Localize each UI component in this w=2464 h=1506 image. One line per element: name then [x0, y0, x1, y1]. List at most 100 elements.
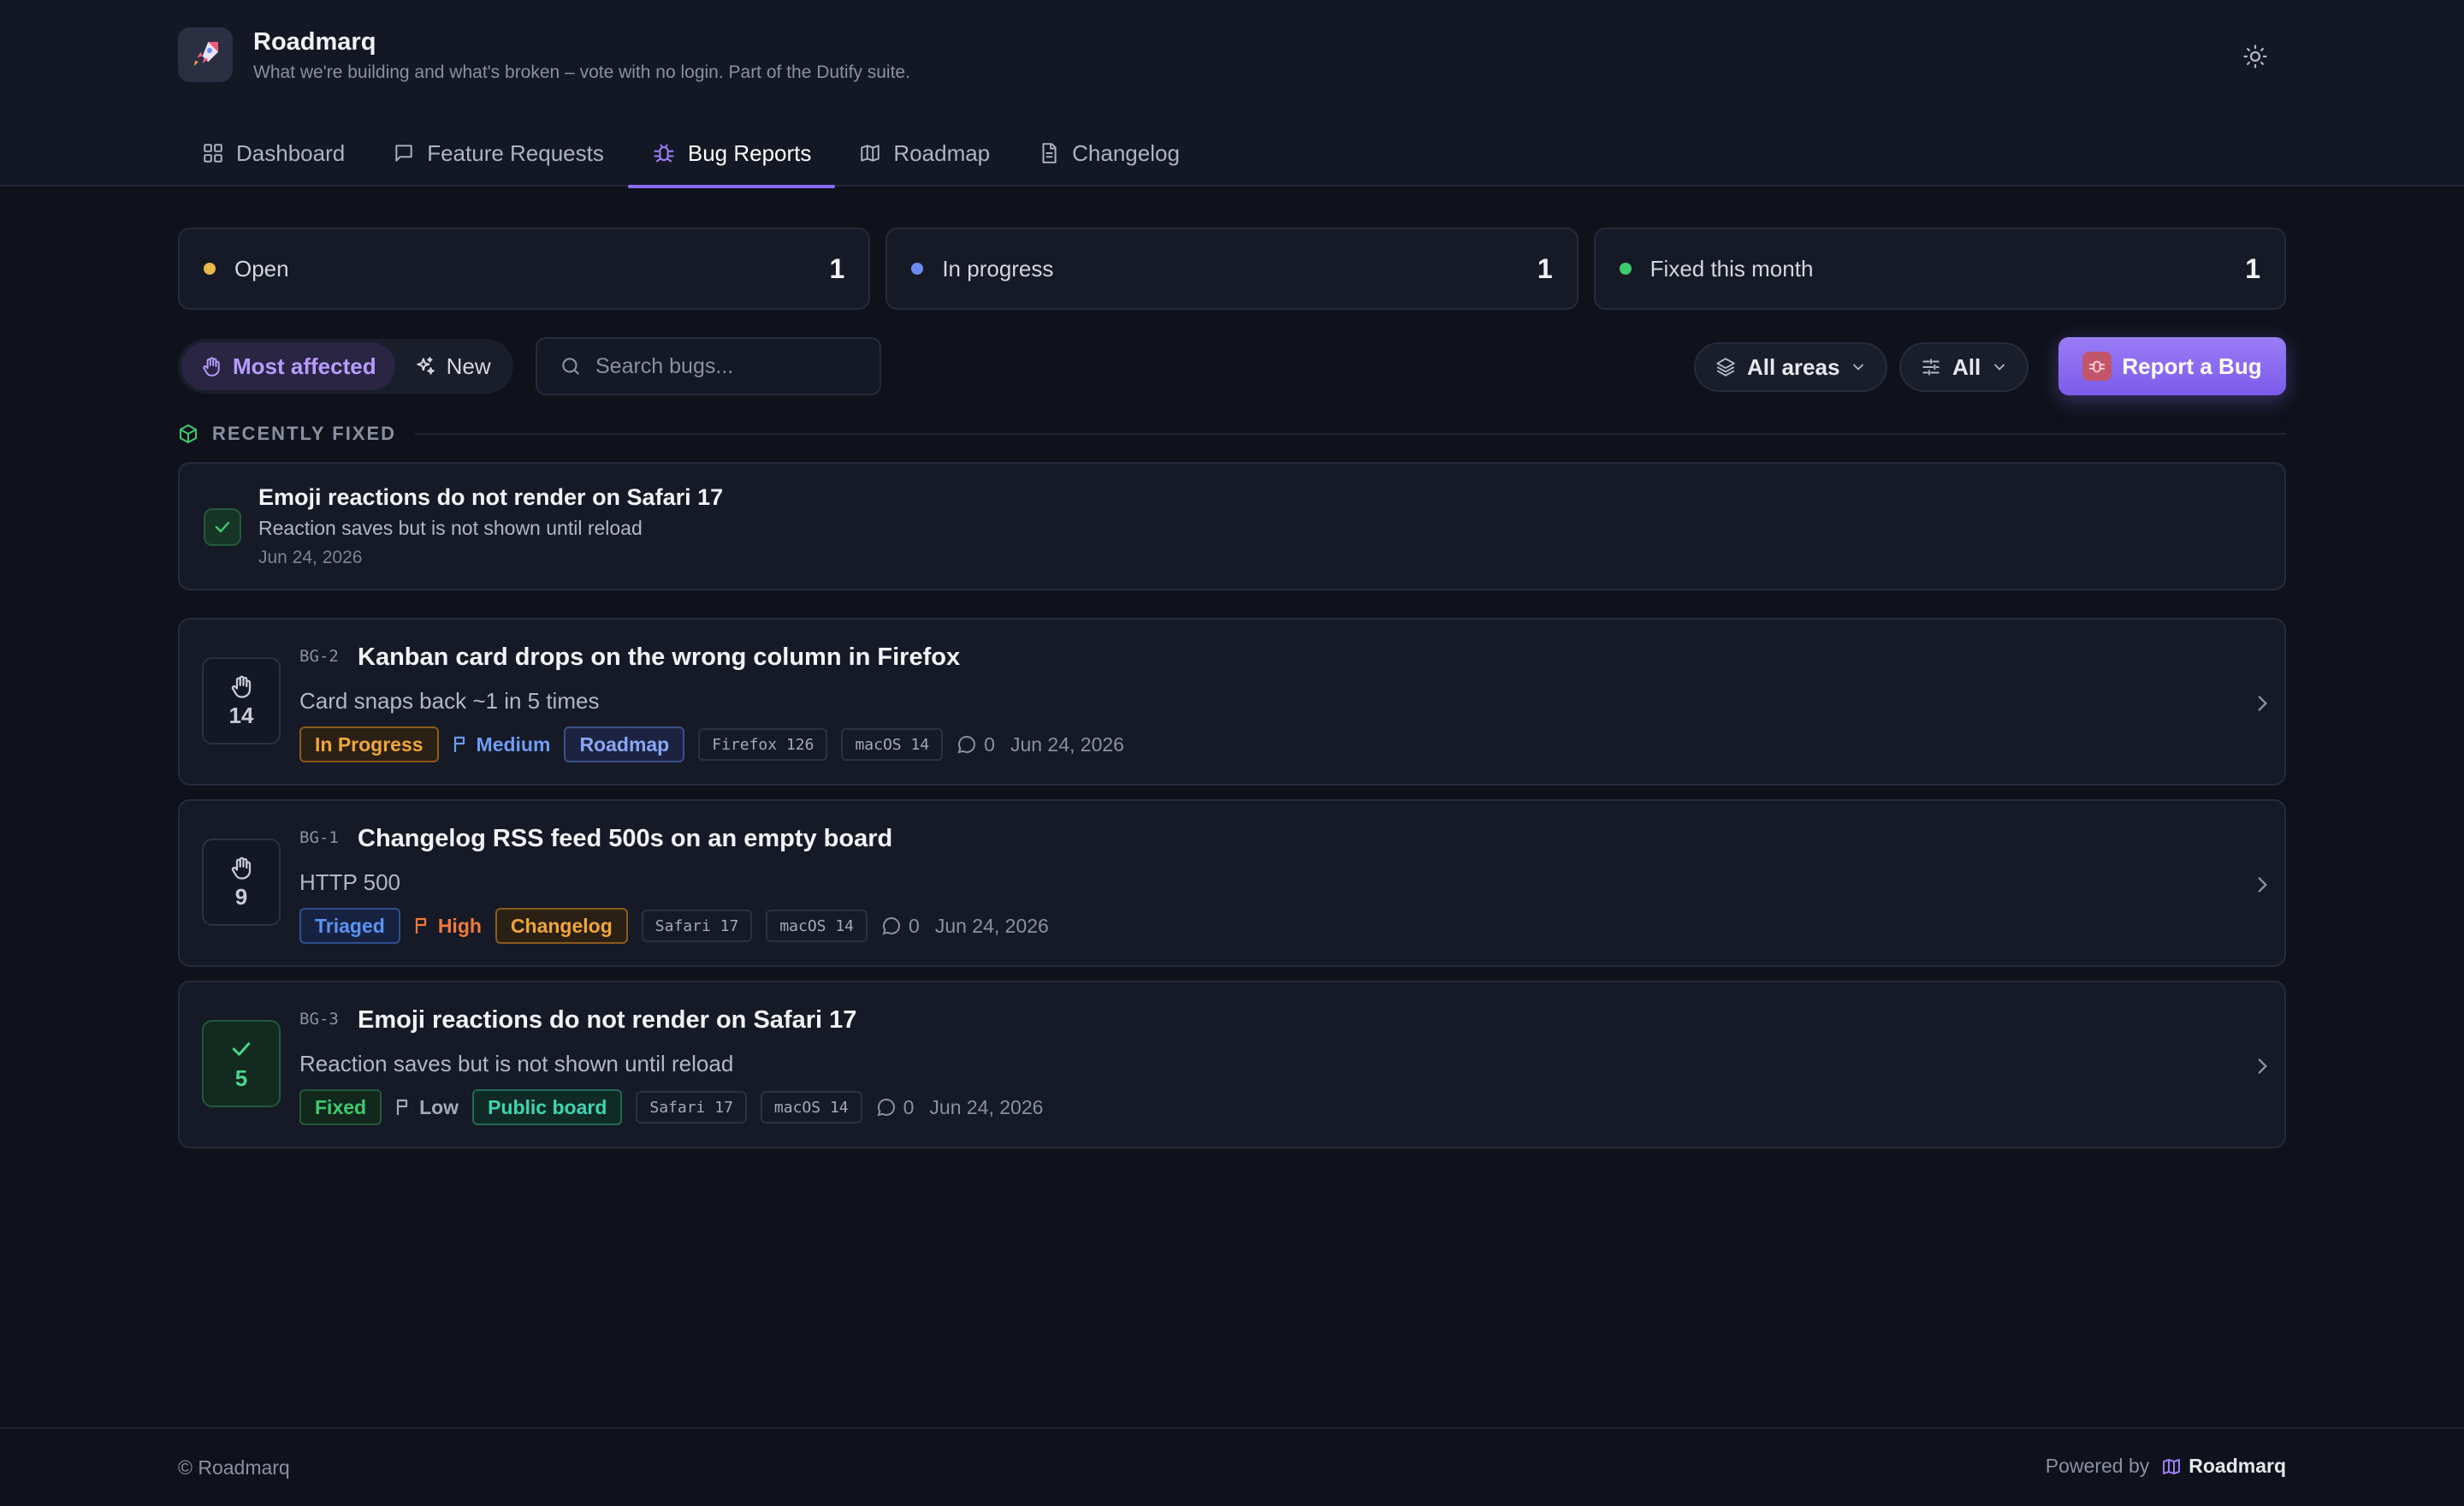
powered-by-name: Roadmarq [2189, 1455, 2286, 1477]
rocket-logo-icon [178, 27, 233, 82]
dropdown-value: All areas [1747, 353, 1840, 380]
dropdown-value: All [1952, 353, 1981, 380]
sun-icon [2243, 44, 2267, 68]
bug-date: Jun 24, 2026 [929, 1095, 1044, 1118]
sort-most-affected-button[interactable]: Most affected [181, 342, 395, 390]
flag-icon [453, 736, 465, 752]
comment-icon [957, 735, 976, 754]
chevron-down-icon [1994, 364, 2005, 371]
comment-count-value: 0 [909, 914, 920, 937]
sort-toggle: Most affected New [178, 339, 513, 394]
stat-open: Open 1 [178, 228, 871, 310]
stat-value: 1 [2245, 252, 2260, 284]
section-title: RECENTLY FIXED [212, 423, 397, 444]
vote-button[interactable]: 5 [202, 1020, 281, 1107]
bug-id: BG-2 [299, 647, 339, 666]
tab-label: Changelog [1072, 139, 1180, 166]
tab-changelog[interactable]: Changelog [1014, 120, 1204, 187]
tab-bug-reports[interactable]: Bug Reports [627, 120, 836, 188]
comment-count-value: 0 [903, 1095, 915, 1118]
status-dot [1619, 263, 1632, 275]
sliders-icon [1922, 359, 1940, 376]
grid-icon [204, 144, 222, 163]
sort-label: New [446, 353, 491, 379]
flag-icon [415, 917, 426, 934]
comment-count: 0 [957, 733, 995, 756]
env-tag: macOS 14 [766, 910, 868, 942]
report-bug-label: Report a Bug [2122, 353, 2262, 379]
env-tag: macOS 14 [760, 1091, 862, 1124]
priority-label: Medium [476, 732, 551, 756]
search-input[interactable] [595, 353, 878, 379]
tab-dashboard[interactable]: Dashboard [178, 120, 369, 187]
bug-card[interactable]: 9 BG-1 Changelog RSS feed 500s on an emp… [178, 799, 2286, 967]
stat-label: Fixed this month [1650, 255, 1814, 282]
bug-title: Kanban card drops on the wrong column in… [358, 643, 961, 671]
hand-icon [231, 857, 252, 880]
bug-date: Jun 24, 2026 [1010, 732, 1124, 756]
status-filter-dropdown[interactable]: All [1899, 342, 2029, 392]
priority: High [414, 915, 482, 938]
bug-id: BG-3 [299, 1010, 339, 1029]
bug-title: Changelog RSS feed 500s on an empty boar… [358, 825, 893, 852]
status-badge: Fixed [299, 1089, 382, 1125]
bug-date: Jun 24, 2026 [934, 914, 1049, 937]
sort-new-button[interactable]: New [395, 342, 510, 390]
package-icon [180, 424, 197, 443]
vote-count: 9 [234, 883, 248, 910]
priority: Medium [453, 732, 551, 756]
priority: Low [395, 1096, 459, 1119]
sort-label: Most affected [233, 353, 376, 379]
copyright: © Roadmarq [178, 1456, 290, 1479]
tab-label: Roadmap [893, 139, 991, 166]
recently-fixed-heading: RECENTLY FIXED [178, 423, 2286, 445]
vote-button[interactable]: 14 [202, 657, 281, 744]
env-tag: Safari 17 [636, 1091, 747, 1124]
areas-filter-dropdown[interactable]: All areas [1694, 342, 1888, 392]
status-badge: In Progress [299, 726, 439, 762]
bug-id: BG-1 [299, 828, 339, 847]
bug-icon [654, 144, 674, 163]
report-bug-button[interactable]: Report a Bug [2058, 337, 2286, 395]
sparkles-icon [416, 357, 435, 375]
check-icon [204, 508, 241, 546]
bug-description: Card snaps back ~1 in 5 times [299, 688, 600, 714]
tab-roadmap[interactable]: Roadmap [835, 120, 1014, 187]
flag-icon [396, 1099, 408, 1115]
stat-value: 1 [1537, 252, 1553, 284]
vote-count: 14 [228, 702, 254, 728]
fixed-date: Jun 24, 2026 [258, 548, 363, 567]
area-badge: Changelog [495, 908, 628, 944]
recently-fixed-item[interactable]: Emoji reactions do not render on Safari … [178, 462, 2286, 590]
bug-meta: Fixed Low Public board Safari 17 macOS 1… [299, 1088, 1043, 1126]
main-nav: Dashboard Feature Requests Bug Reports R… [178, 120, 1204, 188]
powered-by[interactable]: Powered by Roadmarq [2046, 1455, 2286, 1478]
search-box [536, 337, 881, 395]
area-badge: Roadmap [564, 726, 685, 762]
bug-description: HTTP 500 [299, 869, 401, 895]
fixed-description: Reaction saves but is not shown until re… [258, 517, 643, 539]
stat-in-progress: In progress 1 [886, 228, 1578, 310]
comment-icon [882, 916, 900, 935]
bug-card[interactable]: 5 BG-3 Emoji reactions do not render on … [178, 981, 2286, 1148]
toolbar: Most affected New All areas All Report a… [178, 335, 2286, 395]
tab-feature-requests[interactable]: Feature Requests [369, 120, 628, 187]
env-tag: Firefox 126 [698, 728, 828, 761]
bug-icon [2082, 352, 2112, 381]
bug-card[interactable]: 14 BG-2 Kanban card drops on the wrong c… [178, 618, 2286, 786]
tab-label: Bug Reports [687, 139, 812, 166]
comment-count: 0 [876, 1095, 915, 1119]
message-icon [395, 145, 412, 162]
vote-count: 5 [234, 1064, 248, 1091]
comment-icon [877, 1098, 895, 1117]
stat-label: Open [234, 255, 289, 282]
layers-icon [1716, 358, 1735, 376]
theme-toggle-button[interactable] [2238, 39, 2272, 74]
status-badge: Triaged [299, 908, 400, 944]
priority-label: Low [419, 1095, 459, 1118]
chevron-right-icon [2247, 869, 2277, 900]
vote-button[interactable]: 9 [202, 839, 281, 926]
area-badge: Public board [472, 1089, 623, 1125]
bug-meta: Triaged High Changelog Safari 17 macOS 1… [299, 907, 1049, 945]
tab-label: Dashboard [236, 139, 346, 166]
